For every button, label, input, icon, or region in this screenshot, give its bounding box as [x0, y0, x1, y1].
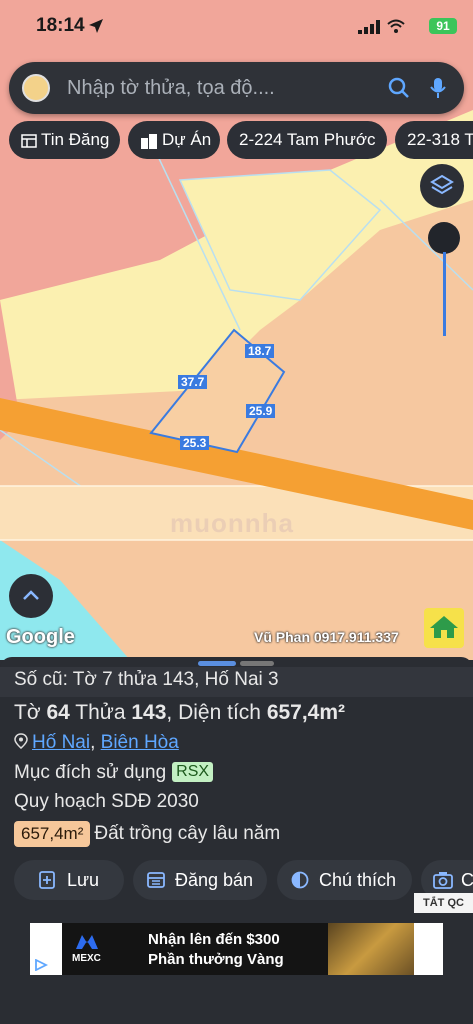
land-area-badge: 657,4m² — [14, 821, 91, 847]
planning-row: Quy hoạch SDĐ 2030 — [14, 791, 199, 812]
chip-label: 22-318 T — [407, 130, 473, 149]
panel-handle-active[interactable] — [198, 661, 236, 666]
status-bar: 18:14 91 — [0, 0, 473, 52]
chip-label: Tin Đăng — [41, 130, 110, 149]
house-logo-icon[interactable] — [424, 608, 464, 648]
chip-label: 2-224 Tam Phước — [239, 130, 376, 149]
wifi-icon — [387, 19, 405, 33]
chip-area-1[interactable]: 2-224 Tam Phước — [227, 121, 387, 159]
old-reference-text: Số cũ: Tờ 7 thửa 143, Hố Nai 3 — [14, 669, 279, 690]
mexc-logo-icon — [76, 935, 98, 949]
location-separator: , — [90, 732, 96, 753]
filter-chips: Tin Đăng Dự Án 2-224 Tam Phước 22-318 T — [0, 121, 473, 159]
parcel-number: 143 — [131, 701, 167, 724]
save-button[interactable]: Lưu — [14, 860, 124, 900]
google-attribution: Google — [6, 626, 75, 648]
sheet-prefix: Tờ — [14, 701, 41, 724]
location-arrow-icon — [89, 19, 103, 33]
list-icon — [21, 133, 37, 148]
sheet-number: 64 — [46, 701, 70, 724]
edge-label-top: 18.7 — [245, 344, 275, 358]
parcel-prefix: Thửa — [75, 701, 126, 724]
land-row: 657,4m² Đất trồng cây lâu năm — [14, 821, 280, 847]
area-prefix: , Diện tích — [166, 701, 261, 724]
microphone-icon[interactable] — [425, 75, 451, 101]
contrast-icon — [291, 871, 309, 889]
purpose-label: Mục đích sử dụng — [14, 762, 167, 783]
owner-label: Vũ Phan 0917.911.337 — [254, 629, 399, 645]
opacity-slider-track[interactable] — [443, 252, 446, 336]
ad-banner[interactable]: MEXC Nhận lên đến $300 Phần thưởng Vàng — [30, 923, 443, 975]
search-icon[interactable] — [386, 75, 412, 101]
parcel-title: Tờ 64 Thửa 143, Diện tích 657,4m² — [14, 701, 345, 725]
chip-du-an[interactable]: Dự Án — [128, 121, 220, 159]
opacity-slider-knob[interactable] — [428, 222, 460, 254]
legend-button[interactable]: Chú thích — [277, 860, 412, 900]
purpose-row: Mục đích sử dụng RSX — [14, 762, 214, 784]
edge-label-bottom: 25.3 — [180, 436, 210, 450]
legend-label: Chú thích — [319, 870, 397, 890]
search-bar[interactable]: Nhập tờ thửa, tọa độ.... — [9, 62, 464, 114]
area-value: 657,4m² — [266, 701, 346, 724]
expand-button[interactable] — [9, 574, 53, 618]
ad-line-2: Phần thưởng Vàng — [148, 951, 284, 968]
chip-tin-dang[interactable]: Tin Đăng — [9, 121, 120, 159]
search-input[interactable]: Nhập tờ thửa, tọa độ.... — [67, 77, 275, 100]
calendar-icon — [147, 872, 165, 888]
avatar[interactable] — [22, 74, 50, 102]
layers-icon — [430, 174, 454, 195]
save-label: Lưu — [67, 870, 100, 890]
chevron-up-icon — [23, 590, 39, 600]
signal-icon — [358, 20, 380, 34]
status-time: 18:14 — [36, 15, 85, 36]
camera-icon — [433, 872, 453, 889]
pin-icon — [14, 733, 28, 749]
panel-handle[interactable] — [240, 661, 274, 666]
close-ad-button[interactable]: TẮT QC — [414, 893, 473, 913]
ad-line-1: Nhận lên đến $300 — [148, 931, 280, 948]
post-sale-button[interactable]: Đăng bán — [133, 860, 267, 900]
old-reference: Số cũ: Tờ 7 thửa 143, Hố Nai 3 — [0, 667, 473, 697]
gold-bars-image — [328, 923, 414, 975]
battery-indicator: 91 — [429, 18, 457, 34]
location-row: Hố Nai, Biên Hòa — [14, 732, 179, 754]
edge-label-right: 25.9 — [246, 404, 276, 418]
ad-choices-icon[interactable] — [34, 959, 48, 971]
parcel-info-panel: Số cũ: Tờ 7 thửa 143, Hố Nai 3 Tờ 64 Thử… — [0, 657, 473, 1024]
chip-area-2[interactable]: 22-318 T — [395, 121, 473, 159]
ad-brand: MEXC — [72, 953, 101, 964]
purpose-code-badge: RSX — [172, 762, 214, 782]
watermark: muonnha — [170, 508, 294, 538]
ward-link[interactable]: Hố Nai — [32, 732, 90, 753]
chip-label: Dự Án — [162, 130, 212, 149]
post-sale-label: Đăng bán — [175, 870, 254, 890]
ad-creative[interactable]: MEXC Nhận lên đến $300 Phần thưởng Vàng — [62, 923, 414, 975]
layers-button[interactable] — [420, 164, 464, 208]
edge-label-left: 37.7 — [178, 375, 208, 389]
land-type: Đất trồng cây lâu năm — [94, 823, 281, 844]
city-link[interactable]: Biên Hòa — [101, 732, 179, 753]
save-icon — [39, 871, 55, 889]
buildings-icon — [141, 133, 157, 149]
